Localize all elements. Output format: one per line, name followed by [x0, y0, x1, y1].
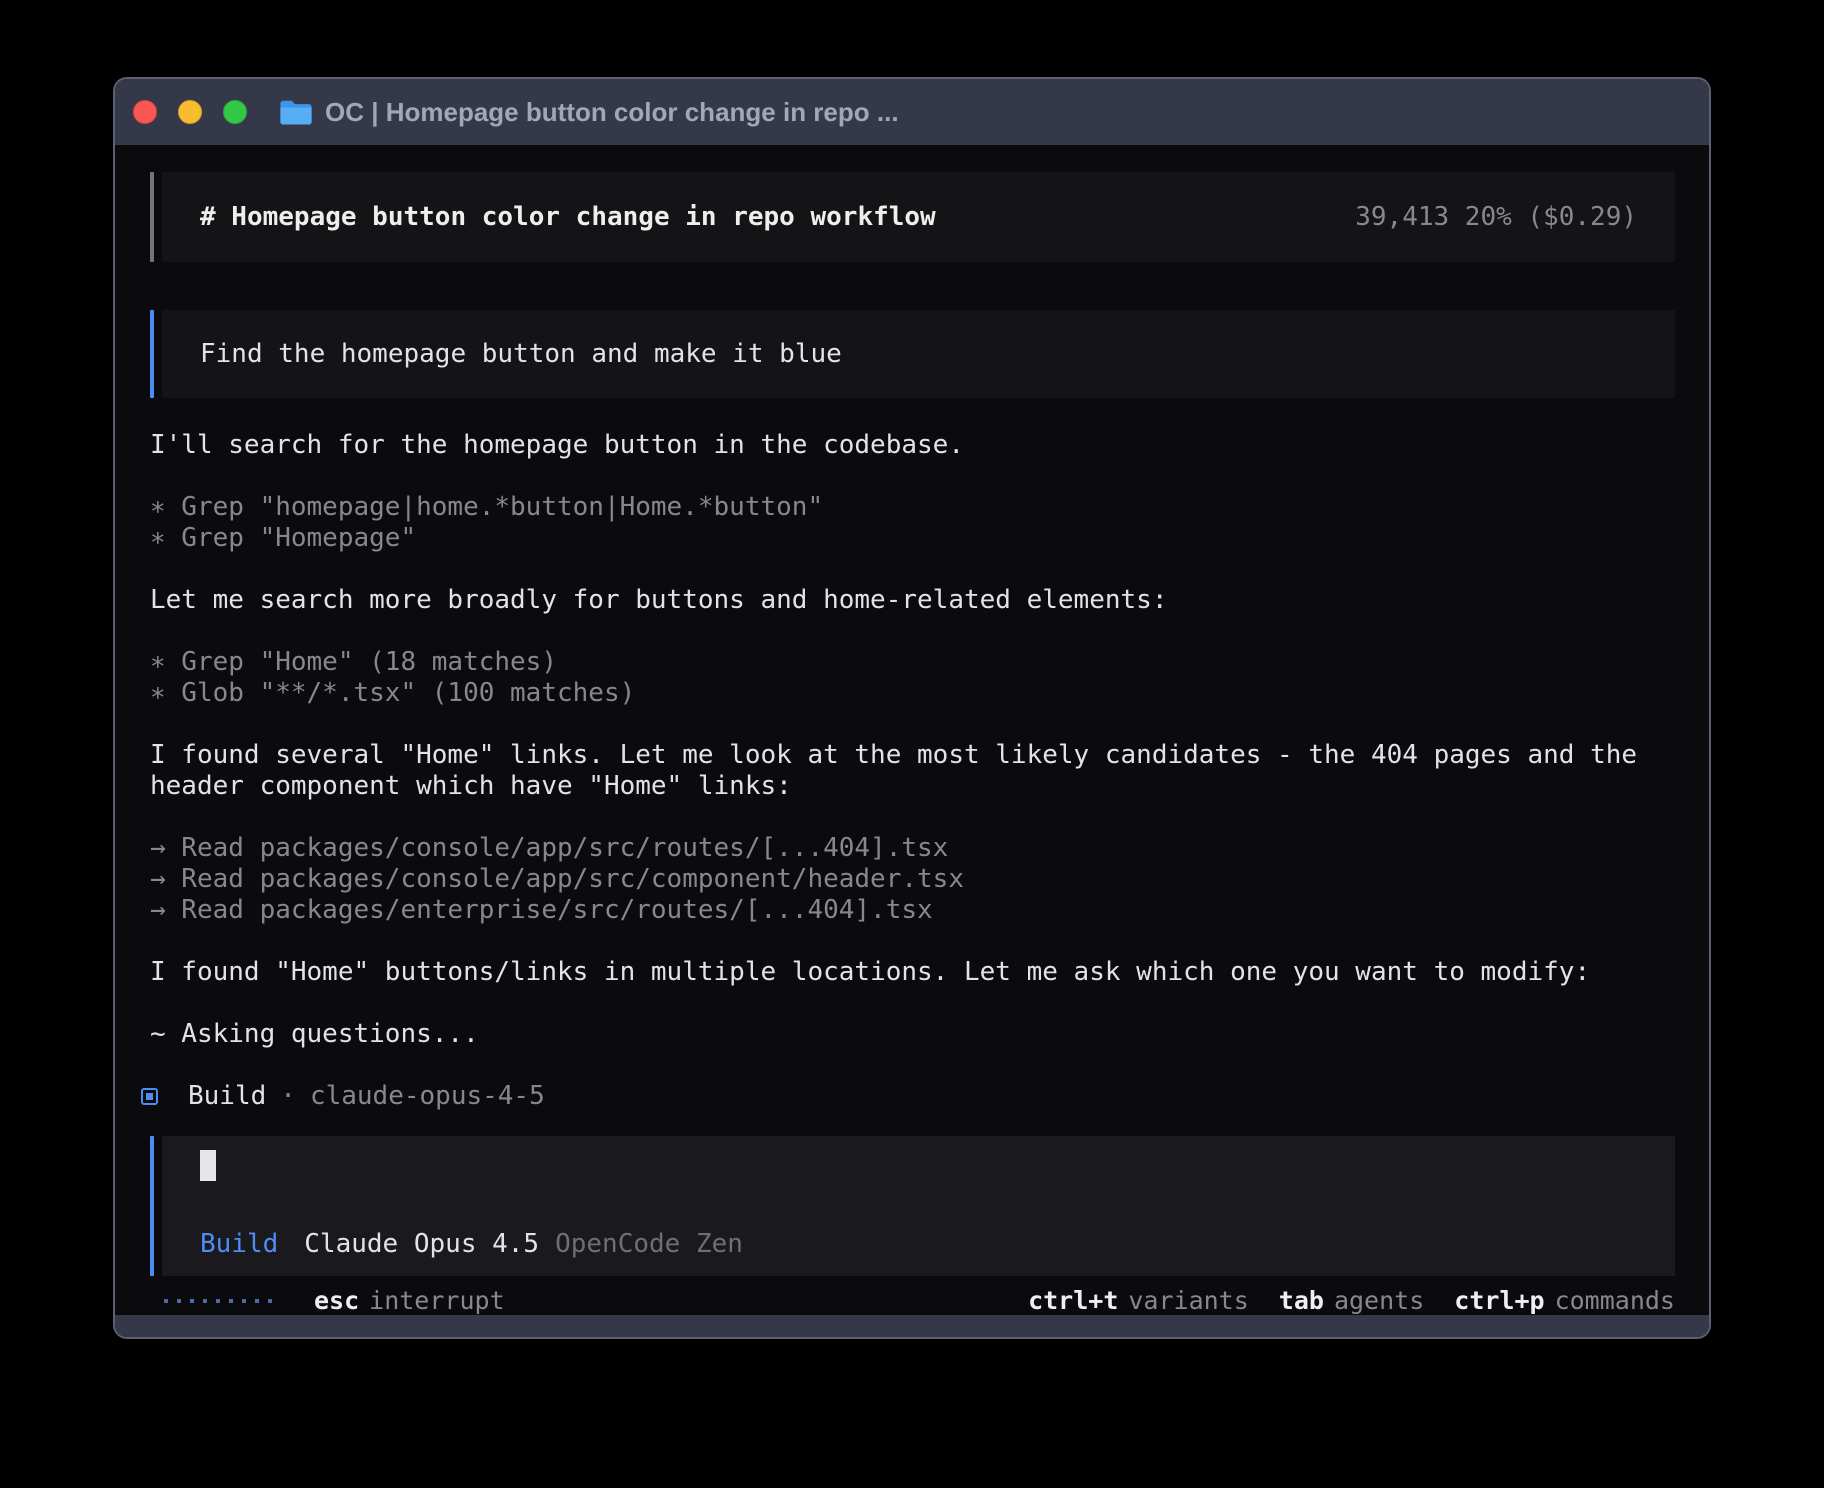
- agent-status-line: Build · claude-opus-4-5: [141, 1081, 1675, 1112]
- agent-build-icon: [141, 1088, 158, 1105]
- window-bottom-frame: [115, 1315, 1709, 1337]
- window-controls: [133, 100, 247, 124]
- assistant-text: I'll search for the homepage button in t…: [150, 430, 1675, 461]
- interrupt-label: interrupt: [369, 1285, 504, 1315]
- assistant-transcript: I'll search for the homepage button in t…: [150, 430, 1675, 1112]
- agents-key: tab: [1279, 1285, 1324, 1315]
- tool-call-grep: ∗ Grep "Homepage": [150, 523, 1675, 554]
- variants-key: ctrl+t: [1028, 1285, 1118, 1315]
- session-title: # Homepage button color change in repo w…: [200, 202, 936, 233]
- session-token-stats: 39,413 20% ($0.29): [1355, 202, 1637, 233]
- agents-label: agents: [1334, 1285, 1424, 1315]
- assistant-text: Let me search more broadly for buttons a…: [150, 585, 1675, 616]
- folder-icon: [279, 99, 313, 126]
- status-bar: esc interrupt ctrl+t variants tab agents…: [150, 1285, 1675, 1315]
- tool-call-read: → Read packages/enterprise/src/routes/[.…: [150, 895, 1675, 926]
- interrupt-key: esc: [314, 1285, 359, 1315]
- prompt-agent-label[interactable]: Build: [200, 1229, 278, 1260]
- window-title: OC | Homepage button color change in rep…: [325, 97, 899, 128]
- text-cursor: [200, 1150, 216, 1181]
- terminal-window: OC | Homepage button color change in rep…: [113, 77, 1711, 1339]
- session-header: # Homepage button color change in repo w…: [150, 172, 1675, 262]
- tool-call-glob: ∗ Glob "**/*.tsx" (100 matches): [150, 678, 1675, 709]
- minimize-button[interactable]: [178, 100, 202, 124]
- assistant-status-text: ~ Asking questions...: [150, 1019, 1675, 1050]
- agent-name: Build: [188, 1081, 266, 1112]
- terminal-content: # Homepage button color change in repo w…: [115, 145, 1709, 1315]
- user-message-text: Find the homepage button and make it blu…: [200, 339, 842, 370]
- prompt-provider-label: OpenCode Zen: [555, 1229, 743, 1260]
- assistant-text: I found several "Home" links. Let me loo…: [150, 740, 1675, 771]
- prompt-meta: Build Claude Opus 4.5 OpenCode Zen: [200, 1229, 1637, 1260]
- close-button[interactable]: [133, 100, 157, 124]
- prompt-input[interactable]: Build Claude Opus 4.5 OpenCode Zen: [150, 1136, 1675, 1276]
- zoom-button[interactable]: [223, 100, 247, 124]
- titlebar: OC | Homepage button color change in rep…: [115, 79, 1709, 145]
- assistant-text: header component which have "Home" links…: [150, 771, 1675, 802]
- tool-call-read: → Read packages/console/app/src/routes/[…: [150, 833, 1675, 864]
- hint-commands: ctrl+p commands: [1454, 1285, 1675, 1315]
- agent-separator: ·: [280, 1081, 296, 1112]
- working-spinner-icon: [164, 1299, 272, 1303]
- variants-label: variants: [1128, 1285, 1248, 1315]
- assistant-text: I found "Home" buttons/links in multiple…: [150, 957, 1675, 988]
- hint-agents: tab agents: [1279, 1285, 1424, 1315]
- tool-call-grep: ∗ Grep "homepage|home.*button|Home.*butt…: [150, 492, 1675, 523]
- tool-call-grep: ∗ Grep "Home" (18 matches): [150, 647, 1675, 678]
- commands-label: commands: [1555, 1285, 1675, 1315]
- commands-key: ctrl+p: [1454, 1285, 1544, 1315]
- hint-variants: ctrl+t variants: [1028, 1285, 1249, 1315]
- user-message: Find the homepage button and make it blu…: [150, 310, 1675, 398]
- tool-call-read: → Read packages/console/app/src/componen…: [150, 864, 1675, 895]
- agent-model: claude-opus-4-5: [310, 1081, 545, 1112]
- prompt-model-label[interactable]: Claude Opus 4.5: [304, 1229, 539, 1260]
